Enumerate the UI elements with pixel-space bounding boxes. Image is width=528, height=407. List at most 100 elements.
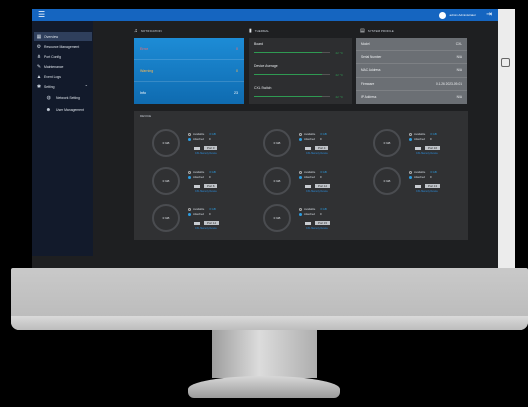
chevron-up-icon: ⌃	[84, 84, 88, 89]
top-bar: ☰ admin Administrator ⇥	[32, 9, 498, 21]
gear-icon: ⚙	[36, 43, 42, 50]
window-icon[interactable]	[501, 58, 510, 67]
sidebar-item-maintenance[interactable]: ✎ Maintenance	[34, 62, 92, 71]
notification-row-info[interactable]: Info 23	[134, 82, 244, 104]
profile-key: Serial Number	[361, 55, 382, 60]
device-link[interactable]: CXL Memory Device	[416, 190, 438, 193]
device-link[interactable]: CXL Memory Device	[195, 227, 217, 230]
sidebar-item-resource-management[interactable]: ⚙ Resource Management	[34, 42, 92, 51]
user-menu[interactable]: admin Administrator	[439, 11, 476, 19]
alert-icon: ▲	[36, 73, 42, 80]
sidebar-item-overview[interactable]: ▦ Overview	[34, 32, 92, 41]
attached-label: Attached	[193, 137, 205, 141]
network-icon: ⋔	[36, 53, 42, 60]
device-link[interactable]: CXL Memory Device	[195, 152, 217, 155]
thermal-row-board: Board 22 °C	[254, 38, 346, 60]
globe-icon: ◍	[46, 94, 51, 101]
attached-label: Attached	[304, 175, 316, 179]
host-icon	[194, 221, 200, 225]
notification-label: Error	[140, 46, 148, 51]
port-label: Port 12	[315, 184, 331, 188]
port-card[interactable]: 0 GB Available 0 GB Attached 0 Port 4 CXL …	[263, 127, 363, 159]
available-label: Available	[193, 132, 205, 136]
port-card[interactable]: 0 GB Available 0 GB Attached 0 Port 12 CXL…	[263, 165, 363, 197]
device-link[interactable]: CXL Memory Device	[306, 152, 328, 155]
port-label: Port 13	[425, 184, 441, 188]
logout-icon[interactable]: ⇥	[486, 11, 492, 19]
notification-row-warning[interactable]: Warning 0	[134, 60, 244, 82]
usage-value: 0 GB	[273, 141, 281, 145]
usage-ring: 0 GB	[373, 129, 401, 157]
attached-label: Attached	[304, 137, 316, 141]
radio-icon	[188, 212, 191, 216]
device-link[interactable]: CXL Memory Device	[416, 152, 438, 155]
device-link[interactable]: CXL Memory Device	[306, 227, 328, 230]
usage-ring: 0 GB	[373, 167, 401, 195]
available-value: 0 GB	[430, 170, 437, 174]
radio-icon	[299, 212, 302, 216]
thermal-row-cxl-switch: CXL Switch 22 °C	[254, 82, 346, 104]
radio-icon	[188, 175, 191, 179]
sidebar-item-port-config[interactable]: ⋔ Port Config	[34, 52, 92, 61]
sidebar-item-user-management[interactable]: ☻ User Management	[34, 105, 92, 114]
port-label: Port 15	[315, 221, 331, 225]
profile-row-serial: Serial Number N/A	[356, 51, 467, 65]
attached-value: 0	[430, 175, 432, 179]
port-card[interactable]: 0 GB Available 0 GB Attached 0 Port 14 CXL…	[152, 202, 252, 234]
sidebar-item-label: Network Setting	[56, 95, 80, 100]
port-card[interactable]: 0 GB Available 0 GB Attached 0 Port 0 CXL …	[152, 127, 252, 159]
device-link[interactable]: CXL Memory Device	[195, 190, 217, 193]
attached-value: 0	[320, 175, 322, 179]
radio-icon	[299, 207, 302, 211]
available-stat: Available 0 GB	[409, 132, 437, 136]
menu-icon[interactable]: ☰	[38, 11, 45, 19]
port-card[interactable]: 0 GB Available 0 GB Attached 0 Port 16 CXL…	[373, 127, 473, 159]
sidebar-item-setting[interactable]: ✱ Setting ⌃	[34, 82, 92, 91]
attached-value: 0	[209, 175, 211, 179]
sidebar-item-network-setting[interactable]: ◍ Network Setting	[34, 93, 92, 102]
users-icon: ☻	[45, 106, 51, 113]
available-value: 0 GB	[320, 207, 327, 211]
port-tag: Port 8	[194, 184, 218, 188]
device-card: DEVICE 0 GB Available 0 GB Attached 0 Port…	[134, 111, 468, 240]
attached-value: 0	[430, 137, 432, 141]
attached-stat: Attached 0	[188, 212, 211, 216]
radio-icon	[188, 132, 191, 136]
port-card[interactable]: 0 GB Available 0 GB Attached 0 Port 8 CXL …	[152, 165, 252, 197]
radio-icon	[188, 207, 191, 211]
notification-label: Info	[140, 91, 146, 95]
sidebar-item-event-logs[interactable]: ▲ Event Logs	[34, 72, 92, 81]
usage-ring: 0 GB	[263, 129, 291, 157]
port-label: Port 4	[315, 146, 329, 150]
notification-value: 23	[234, 91, 238, 95]
port-tag: Port 0	[194, 146, 218, 150]
thermal-bar-track	[322, 74, 330, 75]
usage-value: 0 GB	[383, 179, 391, 183]
attached-stat: Attached 0	[409, 175, 432, 179]
available-stat: Available 0 GB	[188, 207, 216, 211]
port-card[interactable]: 0 GB Available 0 GB Attached 0 Port 15 CXL…	[263, 202, 363, 234]
thermal-bar	[254, 96, 322, 97]
profile-key: MAC Address	[361, 68, 381, 73]
host-icon	[305, 184, 311, 188]
usage-value: 0 GB	[273, 179, 281, 183]
notification-row-error[interactable]: Error 0	[134, 38, 244, 60]
attached-stat: Attached 0	[409, 137, 432, 141]
profile-value: N/A	[456, 68, 462, 73]
thermal-value: 22 °C	[335, 73, 343, 77]
port-card[interactable]: 0 GB Available 0 GB Attached 0 Port 13 CXL…	[373, 165, 473, 197]
available-value: 0 GB	[320, 132, 327, 136]
host-icon	[415, 184, 421, 188]
radio-icon	[409, 137, 412, 141]
attached-value: 0	[320, 212, 322, 216]
usage-value: 0 GB	[162, 141, 170, 145]
host-icon	[194, 146, 200, 150]
radio-icon	[188, 137, 191, 141]
wrench-icon: ✎	[36, 63, 42, 70]
device-link[interactable]: CXL Memory Device	[306, 190, 328, 193]
available-stat: Available 0 GB	[188, 132, 216, 136]
available-label: Available	[193, 170, 205, 174]
sidebar-item-label: Port Config	[44, 54, 61, 59]
profile-row-model: Model CXL	[356, 38, 467, 52]
device-title: DEVICE	[140, 114, 152, 118]
